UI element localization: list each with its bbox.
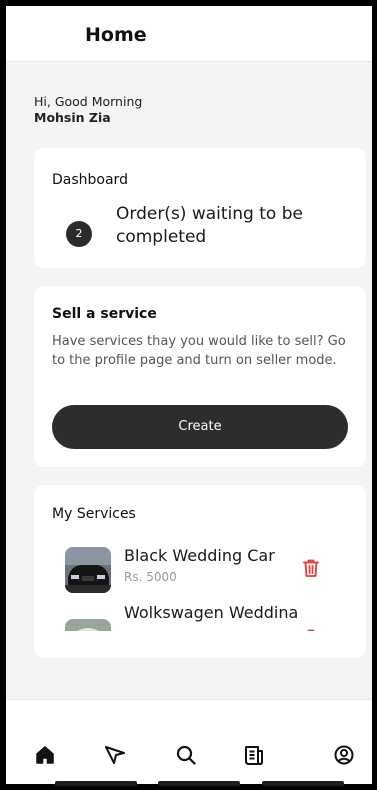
app-screen: Home Hi, Good Morning Mohsin Zia Dashboa…: [6, 6, 372, 784]
delete-icon[interactable]: [302, 558, 320, 578]
create-button[interactable]: Create: [52, 405, 348, 449]
service-thumbnail: [65, 547, 111, 593]
send-icon[interactable]: [104, 744, 126, 766]
home-icon[interactable]: [34, 744, 56, 766]
my-services-title: My Services: [52, 506, 136, 522]
sell-service-description: Have services thay you would like to sel…: [52, 334, 346, 368]
bottom-navigation: [6, 699, 372, 784]
user-name: Mohsin Zia: [34, 110, 111, 125]
system-nav-segment: [158, 781, 240, 786]
service-name: Wolkswagen Weddina: [124, 603, 299, 622]
service-name: Black Wedding Car: [124, 546, 275, 565]
sell-service-title: Sell a service: [52, 306, 157, 322]
search-icon[interactable]: [175, 744, 197, 766]
app-header: Home: [6, 6, 372, 62]
system-nav-segment: [262, 781, 344, 786]
orders-waiting-text: Order(s) waiting to be completed: [116, 204, 303, 247]
sell-service-card: Sell a service Have services thay you wo…: [34, 286, 366, 467]
service-price: Rs. 5000: [124, 570, 177, 584]
greeting: Hi, Good Morning Mohsin Zia: [34, 94, 142, 126]
my-services-card: My Services Black Wedding Car Rs. 5000 W…: [34, 485, 366, 658]
dashboard-card[interactable]: Dashboard 2 Order(s) waiting to be compl…: [34, 148, 366, 268]
list-cutoff: [34, 631, 366, 658]
service-item[interactable]: Black Wedding Car Rs. 5000: [34, 543, 366, 603]
orders-icon[interactable]: [243, 744, 265, 766]
system-nav-segment: [55, 781, 137, 786]
dashboard-title: Dashboard: [52, 172, 128, 188]
page-title: Home: [85, 24, 147, 46]
greeting-text: Hi, Good Morning: [34, 94, 143, 109]
profile-icon[interactable]: [333, 744, 355, 766]
orders-count-badge: 2: [66, 221, 92, 247]
